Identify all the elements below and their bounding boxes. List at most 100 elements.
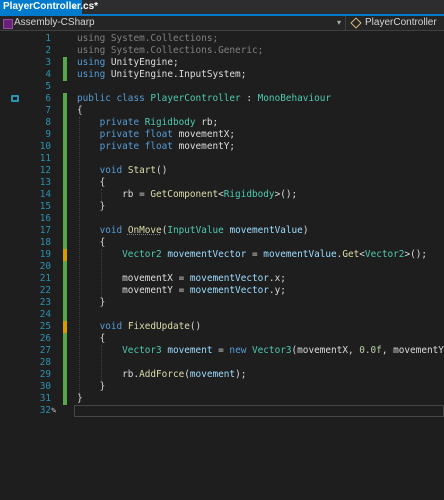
- code-text: using System.Collections.Generic;: [77, 45, 263, 57]
- code-text: Vector2 movementVector = movementValue.G…: [77, 249, 427, 261]
- project-label: Assembly-CSharp: [14, 17, 95, 28]
- code-token: movementY =: [77, 285, 190, 296]
- line-number: 26: [39, 333, 51, 344]
- code-token: MonoBehaviour: [257, 93, 332, 104]
- code-line[interactable]: 5: [0, 81, 444, 93]
- saved-change-marker: [63, 213, 67, 225]
- code-line[interactable]: 12 void Start(): [0, 165, 444, 177]
- code-line[interactable]: 11: [0, 153, 444, 165]
- code-text: }: [77, 381, 106, 393]
- code-token: :: [240, 93, 258, 104]
- line-number: 24: [39, 309, 51, 320]
- line-number: 8: [45, 117, 51, 128]
- code-token: rb;: [195, 117, 219, 128]
- type-dropdown[interactable]: PlayerController: [350, 16, 444, 30]
- code-editor[interactable]: 1 using System.Collections; 2 using System.…: [0, 31, 444, 500]
- code-line[interactable]: 15 }: [0, 201, 444, 213]
- code-text: }: [77, 201, 106, 213]
- code-token: =: [212, 345, 230, 356]
- code-line[interactable]: 18 {: [0, 237, 444, 249]
- code-line[interactable]: 13 {: [0, 177, 444, 189]
- line-number: 14: [39, 189, 51, 200]
- code-token: void: [77, 321, 128, 332]
- code-line[interactable]: 8 private Rigidbody rb;: [0, 117, 444, 129]
- code-line[interactable]: 7{: [0, 105, 444, 117]
- quick-action-pencil-icon[interactable]: ✎: [51, 405, 61, 417]
- line-number: 3: [45, 57, 51, 68]
- code-text: movementY = movementVector.y;: [77, 285, 286, 297]
- code-token: private: [77, 141, 145, 152]
- saved-change-marker: [63, 153, 67, 165]
- code-text: {: [77, 105, 83, 117]
- saved-change-marker: [63, 333, 67, 345]
- code-text: using UnityEngine;: [77, 57, 179, 69]
- code-line[interactable]: 19 Vector2 movementVector = movementValu…: [0, 249, 444, 261]
- code-token: );: [235, 369, 247, 380]
- code-line[interactable]: 29 rb.AddForce(movement);: [0, 369, 444, 381]
- code-line[interactable]: 26 {: [0, 333, 444, 345]
- line-number: 30: [39, 381, 51, 392]
- code-token: using: [77, 33, 111, 44]
- chevron-down-icon[interactable]: ▾: [337, 16, 341, 30]
- code-line[interactable]: 6 public class PlayerController : MonoBeh…: [0, 93, 444, 105]
- code-line[interactable]: 2 using System.Collections.Generic;: [0, 45, 444, 57]
- line-number: 25: [39, 321, 51, 332]
- type-label: PlayerController: [365, 17, 437, 28]
- project-dropdown[interactable]: Assembly-CSharp ▾: [0, 16, 346, 30]
- code-line[interactable]: 22 movementY = movementVector.y;: [0, 285, 444, 297]
- line-number: 9: [45, 129, 51, 140]
- saved-change-marker: [63, 141, 67, 153]
- class-icon: [350, 17, 362, 29]
- code-line[interactable]: 1 using System.Collections;: [0, 33, 444, 45]
- code-token: AddForce: [139, 369, 185, 380]
- code-line[interactable]: 28: [0, 357, 444, 369]
- code-line[interactable]: 30 }: [0, 381, 444, 393]
- code-line[interactable]: 4 using UnityEngine.InputSystem;: [0, 69, 444, 81]
- code-token: UnityEngine.InputSystem;: [110, 69, 247, 80]
- code-line[interactable]: 16: [0, 213, 444, 225]
- line-number: 31: [39, 393, 51, 404]
- saved-change-marker: [63, 225, 67, 237]
- line-number: 22: [39, 285, 51, 296]
- code-line[interactable]: 3 using UnityEngine;: [0, 57, 444, 69]
- indent-guide: [101, 345, 102, 381]
- code-token: Collections: [150, 33, 213, 44]
- code-token: Vector3: [77, 345, 162, 356]
- saved-change-marker: [63, 357, 67, 369]
- saved-change-marker: [63, 261, 67, 273]
- close-tab-icon[interactable]: ×: [72, 0, 77, 14]
- line-number: 13: [39, 177, 51, 188]
- line-number: 12: [39, 165, 51, 176]
- code-line[interactable]: 23 }: [0, 297, 444, 309]
- code-token: (): [189, 321, 202, 332]
- line-number: 18: [39, 237, 51, 248]
- code-token: Rigidbody: [144, 117, 196, 128]
- code-line[interactable]: 32 ✎: [0, 405, 444, 417]
- code-token: void: [77, 165, 128, 176]
- code-token: class: [116, 93, 151, 104]
- code-line[interactable]: 31}: [0, 393, 444, 405]
- code-text: void OnMove(InputValue movementValue): [77, 225, 309, 237]
- saved-change-marker: [63, 177, 67, 189]
- line-number: 4: [45, 69, 51, 80]
- code-token: .x;: [268, 273, 286, 284]
- code-line[interactable]: 10 private float movementY;: [0, 141, 444, 153]
- code-text: {: [77, 177, 106, 189]
- code-token: using: [77, 69, 111, 80]
- indent-guide: [101, 249, 102, 297]
- code-line[interactable]: 27 Vector3 movement = new Vector3(moveme…: [0, 345, 444, 357]
- line-number: 20: [39, 261, 51, 272]
- code-line[interactable]: 21 movementX = movementVector.x;: [0, 273, 444, 285]
- saved-change-marker: [63, 381, 67, 393]
- code-line[interactable]: 14 rb = GetComponent<Rigidbody>();: [0, 189, 444, 201]
- saved-change-marker: [63, 309, 67, 321]
- code-line[interactable]: 25 void FixedUpdate(): [0, 321, 444, 333]
- code-line[interactable]: 17 void OnMove(InputValue movementValue): [0, 225, 444, 237]
- line-number: 29: [39, 369, 51, 380]
- saved-change-marker: [63, 297, 67, 309]
- code-line[interactable]: 24: [0, 309, 444, 321]
- tab-player-controller[interactable]: PlayerController.cs* ×: [0, 0, 98, 14]
- code-line[interactable]: 9 private float movementX;: [0, 129, 444, 141]
- line-number: 21: [39, 273, 51, 284]
- code-line[interactable]: 20: [0, 261, 444, 273]
